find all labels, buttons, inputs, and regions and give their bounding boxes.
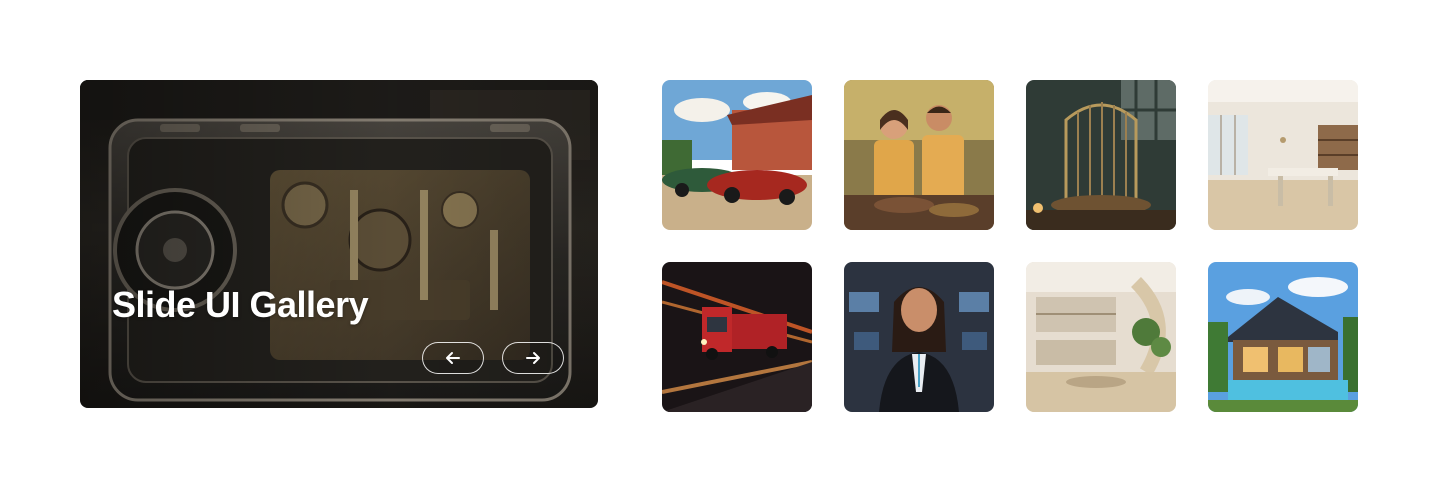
thumbnail-modern-house[interactable]	[1208, 262, 1358, 412]
truck-highway-image	[662, 262, 812, 412]
arrow-left-icon	[446, 352, 460, 364]
arrow-right-icon	[526, 352, 540, 364]
thumbnail-truck-highway[interactable]	[662, 262, 812, 412]
hero-slide[interactable]: Slide UI Gallery	[80, 80, 598, 408]
modern-house-pool-image	[1208, 262, 1358, 412]
businesswoman-office-image	[844, 262, 994, 412]
next-slide-button[interactable]	[502, 342, 564, 374]
thumbnail-vintage-cars[interactable]	[662, 80, 812, 230]
thumbnail-birdcage-room[interactable]	[1026, 80, 1176, 230]
vintage-cars-image	[662, 80, 812, 230]
modern-interior-image	[1026, 262, 1176, 412]
gallery-page: Slide UI Gallery	[0, 0, 1440, 492]
thumbnail-couple-cooking[interactable]	[844, 80, 994, 230]
office-interior-image	[1208, 80, 1358, 230]
thumbnail-businesswoman[interactable]	[844, 262, 994, 412]
previous-slide-button[interactable]	[422, 342, 484, 374]
couple-cooking-image	[844, 80, 994, 230]
birdcage-room-image	[1026, 80, 1176, 230]
thumbnail-modern-interior[interactable]	[1026, 262, 1176, 412]
hero-title: Slide UI Gallery	[112, 284, 369, 325]
thumbnail-office-interior[interactable]	[1208, 80, 1358, 230]
